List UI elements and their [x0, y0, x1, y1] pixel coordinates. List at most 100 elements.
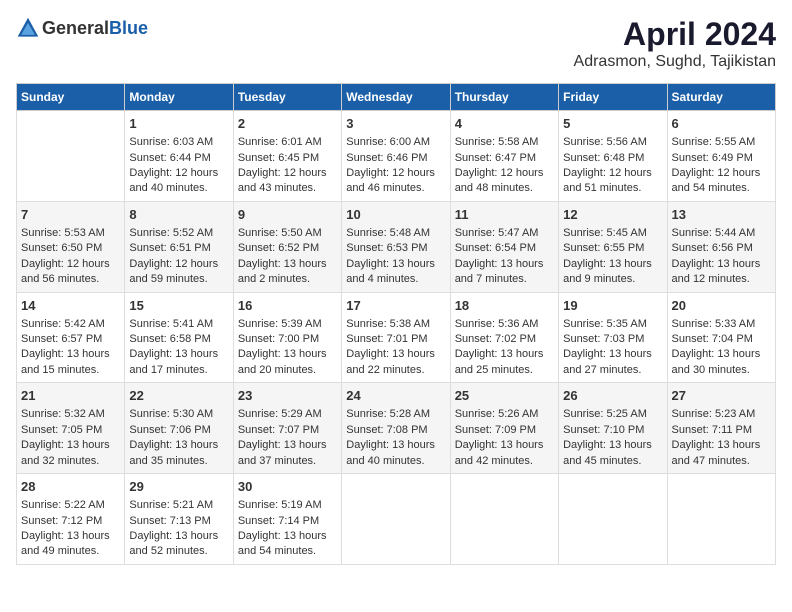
- daylight: Daylight: 13 hours and 30 minutes.: [672, 348, 761, 375]
- day-cell: 23 Sunrise: 5:29 AM Sunset: 7:07 PM Dayligh…: [233, 383, 341, 474]
- day-number: 19: [563, 297, 662, 315]
- day-number: 8: [129, 206, 228, 224]
- daylight: Daylight: 12 hours and 54 minutes.: [672, 167, 761, 194]
- day-cell: [342, 474, 450, 565]
- sunrise: Sunrise: 5:45 AM: [563, 227, 647, 239]
- day-cell: 19Sunrise: 5:35 AMSunset: 7:03 PMDayligh…: [559, 292, 667, 383]
- day-number: 18: [455, 297, 554, 315]
- day-number: 22: [129, 387, 228, 405]
- daylight: Daylight: 12 hours and 59 minutes.: [129, 258, 218, 285]
- day-cell: 26Sunrise: 5:25 AMSunset: 7:10 PMDayligh…: [559, 383, 667, 474]
- sunset: Sunset: 7:08 PM: [346, 424, 427, 436]
- daylight: Daylight: 12 hours and 51 minutes.: [563, 167, 652, 194]
- daylight: Daylight: 13 hours and 49 minutes.: [21, 530, 110, 557]
- day-number: 26: [563, 387, 662, 405]
- day-cell: [450, 474, 558, 565]
- sunrise: Sunrise: 5:26 AM: [455, 408, 539, 420]
- sunset: Sunset: 6:49 PM: [672, 152, 753, 164]
- sunrise: Sunrise: 5:42 AM: [21, 318, 105, 330]
- daylight: Daylight: 12 hours and 46 minutes.: [346, 167, 435, 194]
- sunrise: Sunrise: 5:56 AM: [563, 136, 647, 148]
- sunrise: Sunrise: 5:50 AM: [238, 227, 322, 239]
- day-number: 28: [21, 478, 120, 496]
- sunset: Sunset: 7:14 PM: [238, 515, 319, 527]
- day-cell: 8Sunrise: 5:52 AMSunset: 6:51 PMDaylight…: [125, 201, 233, 292]
- day-number: 3: [346, 115, 445, 133]
- sunrise: Sunrise: 5:39 AM: [238, 318, 322, 330]
- day-number: 10: [346, 206, 445, 224]
- day-number: 25: [455, 387, 554, 405]
- day-cell: 20Sunrise: 5:33 AMSunset: 7:04 PMDayligh…: [667, 292, 775, 383]
- sunset: Sunset: 7:00 PM: [238, 333, 319, 345]
- day-number: 21: [21, 387, 120, 405]
- day-cell: 21Sunrise: 5:32 AMSunset: 7:05 PMDayligh…: [17, 383, 125, 474]
- day-number: 16: [238, 297, 337, 315]
- daylight: Daylight: 13 hours and 27 minutes.: [563, 348, 652, 375]
- daylight: Daylight: 13 hours and 7 minutes.: [455, 258, 544, 285]
- daylight: Daylight: 12 hours and 40 minutes.: [129, 167, 218, 194]
- day-number: 29: [129, 478, 228, 496]
- week-row-2: 7Sunrise: 5:53 AMSunset: 6:50 PMDaylight…: [17, 201, 776, 292]
- day-cell: [667, 474, 775, 565]
- header-cell-friday: Friday: [559, 84, 667, 111]
- daylight: Daylight: 12 hours and 48 minutes.: [455, 167, 544, 194]
- day-cell: 11Sunrise: 5:47 AMSunset: 6:54 PMDayligh…: [450, 201, 558, 292]
- day-cell: 29Sunrise: 5:21 AMSunset: 7:13 PMDayligh…: [125, 474, 233, 565]
- day-cell: 30Sunrise: 5:19 AMSunset: 7:14 PMDayligh…: [233, 474, 341, 565]
- day-cell: 14Sunrise: 5:42 AMSunset: 6:57 PMDayligh…: [17, 292, 125, 383]
- day-number: 11: [455, 206, 554, 224]
- sunset: Sunset: 6:52 PM: [238, 242, 319, 254]
- logo-icon: [16, 16, 40, 40]
- calendar-header: SundayMondayTuesdayWednesdayThursdayFrid…: [17, 84, 776, 111]
- daylight: Daylight: 12 hours and 56 minutes.: [21, 258, 110, 285]
- week-row-1: 1Sunrise: 6:03 AMSunset: 6:44 PMDaylight…: [17, 111, 776, 202]
- daylight: Daylight: 13 hours and 25 minutes.: [455, 348, 544, 375]
- day-cell: 22Sunrise: 5:30 AMSunset: 7:06 PMDayligh…: [125, 383, 233, 474]
- day-cell: 2Sunrise: 6:01 AMSunset: 6:45 PMDaylight…: [233, 111, 341, 202]
- daylight: Daylight: 13 hours and 37 minutes.: [238, 439, 327, 466]
- day-cell: 3Sunrise: 6:00 AMSunset: 6:46 PMDaylight…: [342, 111, 450, 202]
- sunset: Sunset: 7:03 PM: [563, 333, 644, 345]
- header: GeneralBlue April 2024 Adrasmon, Sughd, …: [16, 16, 776, 71]
- sunset: Sunset: 6:47 PM: [455, 152, 536, 164]
- sunset: Sunset: 6:53 PM: [346, 242, 427, 254]
- daylight: Daylight: 13 hours and 9 minutes.: [563, 258, 652, 285]
- header-cell-wednesday: Wednesday: [342, 84, 450, 111]
- daylight: Daylight: 13 hours and 42 minutes.: [455, 439, 544, 466]
- sunset: Sunset: 6:48 PM: [563, 152, 644, 164]
- day-cell: 9Sunrise: 5:50 AMSunset: 6:52 PMDaylight…: [233, 201, 341, 292]
- sunrise: Sunrise: 5:33 AM: [672, 318, 756, 330]
- sunrise: Sunrise: 5:21 AM: [129, 499, 213, 511]
- sunset: Sunset: 7:07 PM: [238, 424, 319, 436]
- sunset: Sunset: 7:01 PM: [346, 333, 427, 345]
- day-number: 6: [672, 115, 771, 133]
- sunset: Sunset: 6:58 PM: [129, 333, 210, 345]
- logo: GeneralBlue: [16, 16, 148, 40]
- sunrise: Sunrise: 5:44 AM: [672, 227, 756, 239]
- day-number: 4: [455, 115, 554, 133]
- day-number: 20: [672, 297, 771, 315]
- daylight: Daylight: 13 hours and 12 minutes.: [672, 258, 761, 285]
- week-row-3: 14Sunrise: 5:42 AMSunset: 6:57 PMDayligh…: [17, 292, 776, 383]
- day-cell: 13Sunrise: 5:44 AMSunset: 6:56 PMDayligh…: [667, 201, 775, 292]
- day-cell: 10Sunrise: 5:48 AMSunset: 6:53 PMDayligh…: [342, 201, 450, 292]
- location-title: Adrasmon, Sughd, Tajikistan: [574, 53, 776, 71]
- daylight: Daylight: 13 hours and 20 minutes.: [238, 348, 327, 375]
- sunrise: Sunrise: 5:55 AM: [672, 136, 756, 148]
- day-number: 30: [238, 478, 337, 496]
- sunrise: Sunrise: 5:29 AM: [238, 408, 322, 420]
- header-cell-tuesday: Tuesday: [233, 84, 341, 111]
- day-cell: 7Sunrise: 5:53 AMSunset: 6:50 PMDaylight…: [17, 201, 125, 292]
- sunset: Sunset: 6:50 PM: [21, 242, 102, 254]
- calendar-body: 1Sunrise: 6:03 AMSunset: 6:44 PMDaylight…: [17, 111, 776, 565]
- sunset: Sunset: 7:02 PM: [455, 333, 536, 345]
- sunrise: Sunrise: 5:32 AM: [21, 408, 105, 420]
- day-number: 27: [672, 387, 771, 405]
- daylight: Daylight: 13 hours and 22 minutes.: [346, 348, 435, 375]
- day-number: 5: [563, 115, 662, 133]
- sunrise: Sunrise: 6:03 AM: [129, 136, 213, 148]
- sunrise: Sunrise: 5:25 AM: [563, 408, 647, 420]
- day-number: 9: [238, 206, 337, 224]
- day-number: 23: [238, 387, 337, 405]
- sunset: Sunset: 7:06 PM: [129, 424, 210, 436]
